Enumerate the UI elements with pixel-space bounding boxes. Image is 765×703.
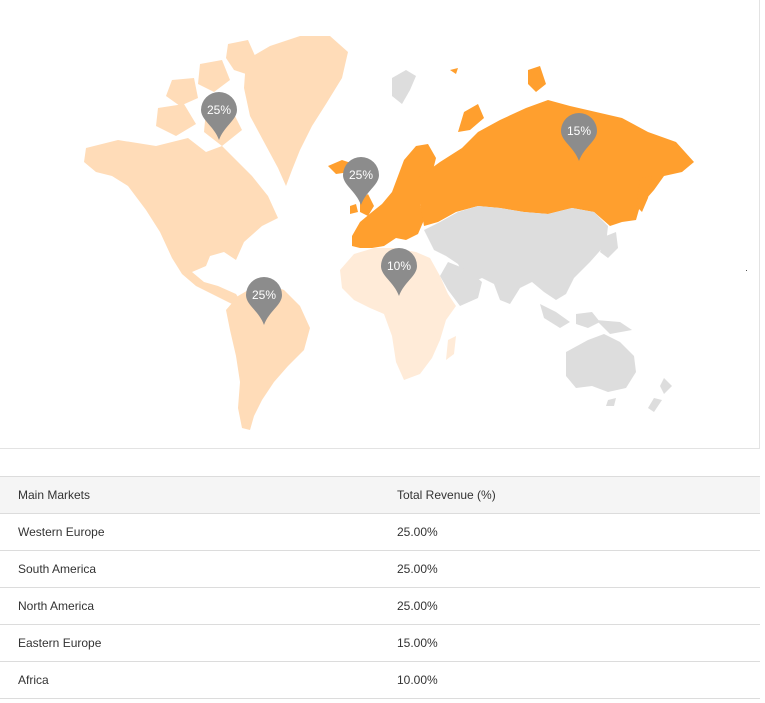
market-name-cell: Western Europe [0, 513, 379, 551]
market-name-cell: South America [0, 550, 379, 588]
map-pin-label: 10% [387, 259, 411, 273]
market-name-cell: Eastern Europe [0, 624, 379, 662]
map-artifact-dot [746, 270, 747, 271]
map-pin-label: 25% [207, 103, 231, 117]
map-pin-africa[interactable]: 10% [381, 248, 417, 296]
table-header-row: Main Markets Total Revenue (%) [0, 476, 760, 514]
table-row: Eastern Europe 15.00% [0, 624, 760, 662]
market-name-cell: Africa [0, 661, 379, 699]
table-row: South America 25.00% [0, 550, 760, 588]
map-pin-label: 25% [252, 288, 276, 302]
markets-table: Main Markets Total Revenue (%) Western E… [0, 476, 760, 699]
table-row: North America 25.00% [0, 587, 760, 625]
map-pin-label: 25% [349, 168, 373, 182]
revenue-cell: 25.00% [379, 587, 760, 625]
map-pin-north-america[interactable]: 25% [201, 92, 237, 140]
revenue-cell: 15.00% [379, 624, 760, 662]
table-row: Western Europe 25.00% [0, 513, 760, 551]
map-pin-label: 15% [567, 124, 591, 138]
map-pin-eastern-europe[interactable]: 15% [561, 113, 597, 161]
column-header-main-markets[interactable]: Main Markets [0, 476, 379, 514]
map-pins-layer: 25% 25% 15% 10% 25% [201, 92, 597, 325]
map-pin-south-america[interactable]: 25% [246, 277, 282, 325]
map-pin-western-europe[interactable]: 25% [343, 157, 379, 205]
table-row: Africa 10.00% [0, 661, 760, 699]
markets-table-container: Main Markets Total Revenue (%) Western E… [0, 476, 760, 699]
market-name-cell: North America [0, 587, 379, 625]
revenue-cell: 25.00% [379, 513, 760, 551]
world-map-panel: 25% 25% 15% 10% 25% [0, 0, 760, 449]
revenue-cell: 25.00% [379, 550, 760, 588]
column-header-total-revenue[interactable]: Total Revenue (%) [379, 476, 760, 514]
revenue-cell: 10.00% [379, 661, 760, 699]
